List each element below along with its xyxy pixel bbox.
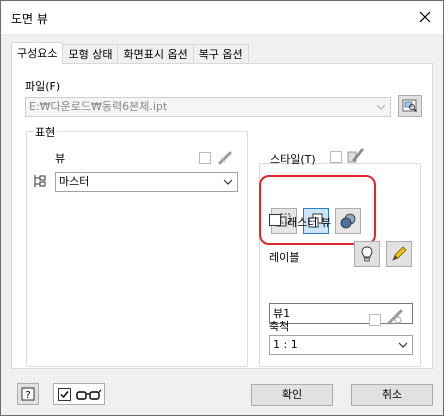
view-dropdown[interactable]: 마스터 (55, 172, 238, 192)
view-associative-checkbox[interactable] (199, 152, 211, 164)
style-link-icon (347, 148, 364, 163)
preview-toggle[interactable] (53, 383, 105, 405)
label-edit-button[interactable] (386, 241, 412, 267)
label-visibility-button[interactable] (354, 241, 380, 267)
scale-associative-checkbox[interactable] (369, 314, 381, 326)
title-bar: 도면 뷰 (1, 1, 443, 34)
tab-components[interactable]: 구성요소 (11, 42, 64, 64)
representation-group-title: 표현 (33, 124, 58, 140)
scale-label: 축척 (269, 320, 290, 333)
label-label: 레이블 (269, 251, 300, 264)
style-highlight-marker (259, 175, 376, 245)
help-button[interactable]: ? (17, 383, 39, 405)
raster-view-label: 래스터 뷰 (287, 216, 331, 229)
view-dropdown-value: 마스터 (59, 175, 90, 188)
drawing-view-dialog: 도면 뷰 구성요소 모형 상태 화면표시 옵션 복구 옵션 파일(F) E:₩다… (0, 0, 444, 416)
ok-button[interactable]: 확인 (251, 384, 333, 406)
tab-model-state[interactable]: 모형 상태 (62, 44, 119, 64)
dialog-body: 구성요소 모형 상태 화면표시 옵션 복구 옵션 파일(F) E:₩다운로드₩동… (1, 34, 443, 415)
style-associative-checkbox[interactable] (330, 151, 342, 163)
close-button[interactable] (411, 5, 439, 29)
tab-display-options[interactable]: 화면표시 옵션 (117, 44, 194, 64)
tab-strip: 구성요소 모형 상태 화면표시 옵션 복구 옵션 (11, 42, 249, 64)
help-icon: ? (21, 387, 35, 401)
view-tree-icon (34, 175, 46, 187)
glasses-icon (76, 389, 102, 400)
close-icon (419, 11, 431, 23)
chevron-down-icon (398, 342, 408, 348)
folder-search-icon (402, 99, 417, 112)
tab-recovery-options[interactable]: 복구 옵션 (192, 44, 249, 64)
lightbulb-icon (361, 246, 373, 262)
chevron-down-icon (223, 179, 233, 185)
scale-link-icon (387, 309, 403, 325)
view-label: 뷰 (55, 152, 66, 165)
chevron-down-icon (376, 104, 386, 110)
svg-text:?: ? (25, 390, 30, 401)
file-label: 파일(F) (25, 80, 61, 93)
link-icon (218, 151, 232, 165)
cancel-button[interactable]: 취소 (351, 384, 433, 406)
raster-view-checkbox[interactable] (269, 214, 281, 226)
style-label: 스타일(T) (270, 153, 316, 166)
representation-group: 표현 뷰 마스터 (26, 124, 248, 367)
file-path-value: E:₩다운로드₩동력6본체.ipt (29, 100, 168, 113)
pencil-icon (392, 246, 407, 261)
scale-dropdown[interactable]: 1 : 1 (269, 335, 413, 355)
scale-dropdown-value: 1 : 1 (273, 338, 298, 351)
checkmark-icon (58, 388, 71, 401)
window-title: 도면 뷰 (11, 12, 48, 26)
browse-button[interactable] (398, 95, 422, 117)
file-path-combo[interactable]: E:₩다운로드₩동력6본체.ipt (25, 97, 391, 117)
